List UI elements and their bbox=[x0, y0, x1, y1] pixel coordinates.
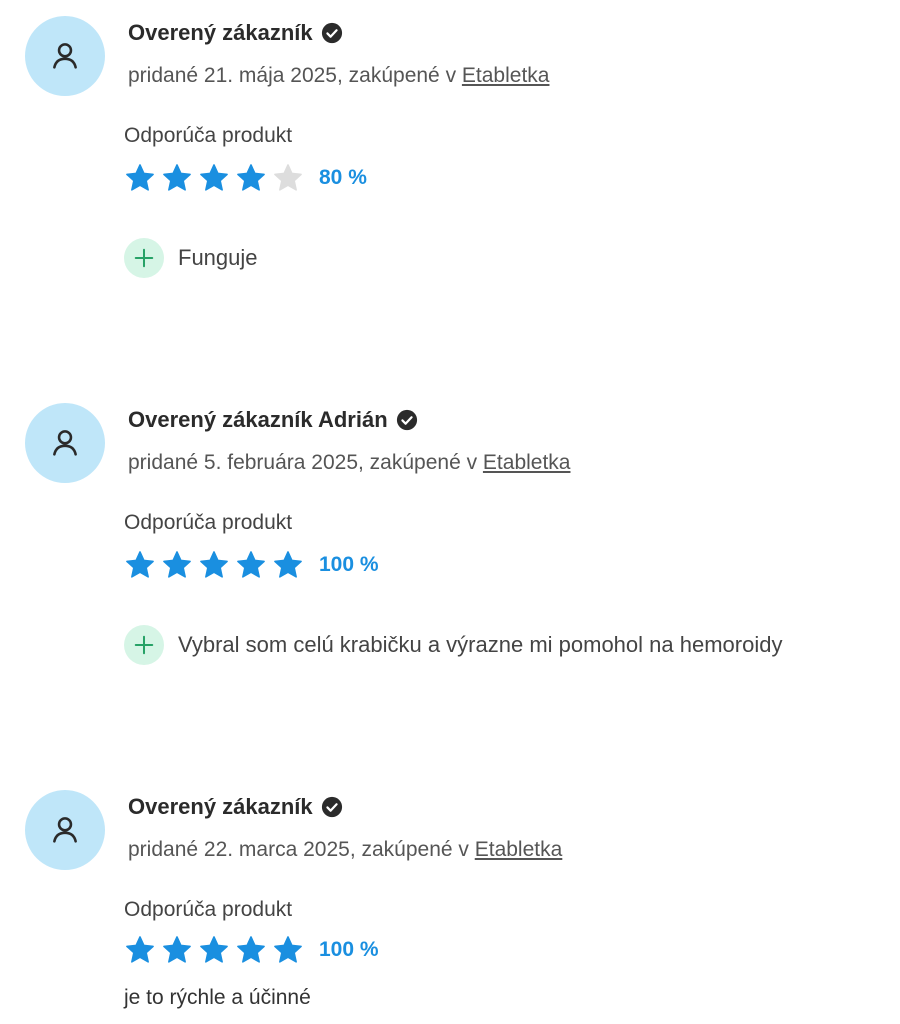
star-rating: 80 % bbox=[124, 162, 367, 194]
review-date-text: pridané 21. mája 2025, zakúpené v bbox=[128, 64, 462, 87]
plus-icon bbox=[124, 625, 164, 665]
review-meta: pridané 22. marca 2025, zakúpené v Etabl… bbox=[128, 838, 562, 862]
review-card: Overený zákazník pridané 21. mája 2025, … bbox=[0, 16, 900, 306]
reviewer-name: Overený zákazník bbox=[128, 794, 313, 819]
star-filled-icon bbox=[124, 162, 156, 194]
reviewer-header: Overený zákazník Adrián bbox=[128, 407, 418, 433]
star-filled-icon bbox=[124, 934, 156, 966]
recommend-label: Odporúča produkt bbox=[124, 898, 293, 921]
shop-link[interactable]: Etabletka bbox=[483, 451, 571, 474]
star-filled-icon bbox=[235, 549, 267, 581]
star-filled-icon bbox=[235, 934, 267, 966]
recommend-label: Odporúča produkt bbox=[124, 511, 293, 534]
star-empty-icon bbox=[272, 162, 304, 194]
shop-link[interactable]: Etabletka bbox=[475, 838, 563, 861]
star-filled-icon bbox=[272, 549, 304, 581]
rating-percent: 80 % bbox=[319, 166, 367, 189]
avatar bbox=[25, 403, 105, 483]
star-filled-icon bbox=[161, 549, 193, 581]
rating-percent: 100 % bbox=[319, 553, 379, 576]
star-filled-icon bbox=[161, 162, 193, 194]
check-circle-icon bbox=[321, 22, 343, 44]
review-text: je to rýchle a účinné bbox=[124, 986, 311, 1009]
star-filled-icon bbox=[198, 162, 230, 194]
plus-icon bbox=[124, 238, 164, 278]
recommend-label: Odporúča produkt bbox=[124, 124, 293, 147]
review-meta: pridané 21. mája 2025, zakúpené v Etable… bbox=[128, 64, 549, 88]
star-filled-icon bbox=[161, 934, 193, 966]
pro-text: Vybral som celú krabičku a výrazne mi po… bbox=[178, 632, 783, 657]
star-filled-icon bbox=[124, 549, 156, 581]
star-filled-icon bbox=[272, 934, 304, 966]
star-filled-icon bbox=[198, 934, 230, 966]
shop-link[interactable]: Etabletka bbox=[462, 64, 550, 87]
review-meta: pridané 5. februára 2025, zakúpené v Eta… bbox=[128, 451, 570, 475]
star-rating: 100 % bbox=[124, 549, 379, 581]
avatar bbox=[25, 790, 105, 870]
review-date-text: pridané 5. februára 2025, zakúpené v bbox=[128, 451, 483, 474]
pro-item: Vybral som celú krabičku a výrazne mi po… bbox=[124, 625, 782, 665]
star-filled-icon bbox=[235, 162, 267, 194]
avatar bbox=[25, 16, 105, 96]
reviewer-name: Overený zákazník bbox=[128, 20, 313, 45]
reviewer-header: Overený zákazník bbox=[128, 794, 343, 820]
star-filled-icon bbox=[198, 549, 230, 581]
pro-text: Funguje bbox=[178, 245, 258, 270]
check-circle-icon bbox=[321, 796, 343, 818]
user-icon bbox=[53, 817, 77, 843]
pro-item: Funguje bbox=[124, 238, 258, 278]
star-rating: 100 % bbox=[124, 934, 379, 966]
rating-percent: 100 % bbox=[319, 938, 379, 961]
user-icon bbox=[53, 430, 77, 456]
reviewer-name: Overený zákazník Adrián bbox=[128, 407, 388, 432]
check-circle-icon bbox=[396, 409, 418, 431]
user-icon bbox=[53, 43, 77, 69]
review-card: Overený zákazník Adrián pridané 5. febru… bbox=[0, 403, 900, 693]
review-date-text: pridané 22. marca 2025, zakúpené v bbox=[128, 838, 475, 861]
review-card: Overený zákazník pridané 22. marca 2025,… bbox=[0, 790, 900, 1020]
reviewer-header: Overený zákazník bbox=[128, 20, 343, 46]
